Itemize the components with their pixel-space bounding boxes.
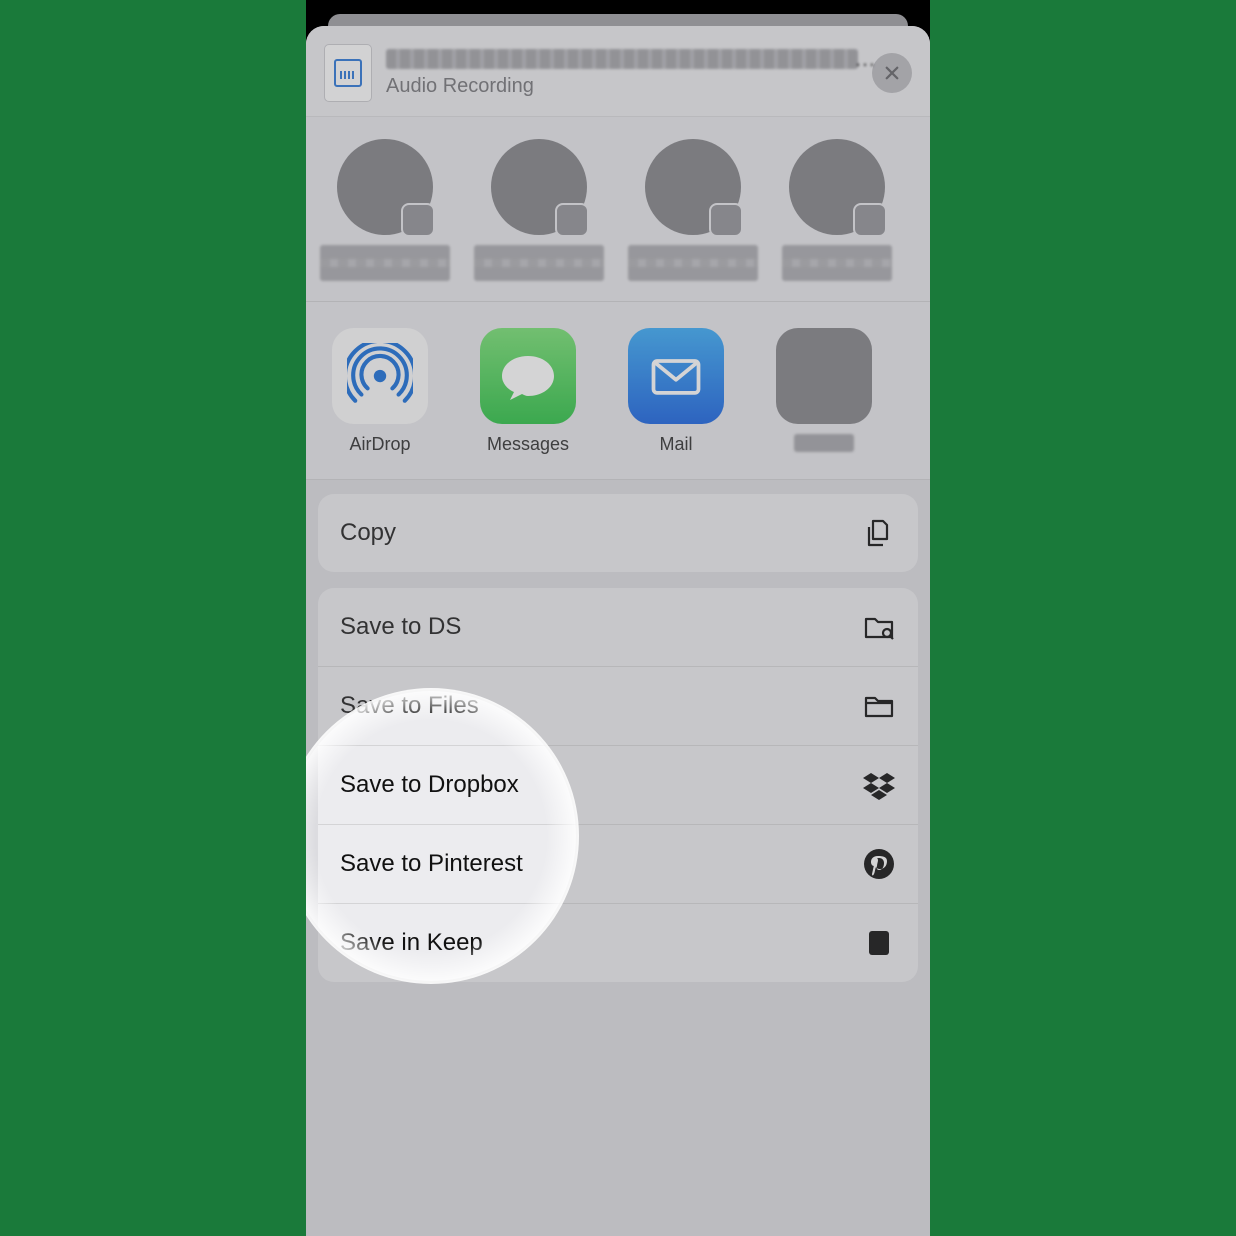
file-thumbnail [324, 44, 372, 102]
app-label: AirDrop [349, 434, 410, 455]
share-actions: Copy Save to DS Save to Files [306, 480, 930, 1236]
action-label: Copy [340, 519, 396, 547]
messages-icon [480, 328, 576, 424]
action-label: Save in Keep [340, 929, 483, 957]
sheet-stack-hint [306, 14, 930, 26]
action-group-primary: Copy [318, 494, 918, 572]
keep-icon [862, 926, 896, 960]
action-label: Save to Pinterest [340, 850, 523, 878]
person-label-redacted [782, 245, 892, 281]
close-icon [883, 64, 901, 82]
status-bar [306, 0, 930, 14]
share-people-row[interactable] [306, 117, 930, 302]
mail-icon [628, 328, 724, 424]
share-sheet: Audio Recording [306, 26, 930, 1236]
action-save-to-pinterest[interactable]: Save to Pinterest [318, 825, 918, 904]
avatar-icon [645, 139, 741, 235]
action-save-to-files[interactable]: Save to Files [318, 667, 918, 746]
app-icon-redacted [776, 328, 872, 424]
share-app-mail[interactable]: Mail [622, 328, 730, 455]
action-save-in-keep[interactable]: Save in Keep [318, 904, 918, 982]
share-person[interactable] [782, 139, 892, 281]
share-app-messages[interactable]: Messages [474, 328, 582, 455]
app-label: Mail [659, 434, 692, 455]
share-person[interactable] [628, 139, 758, 281]
app-label: Messages [487, 434, 569, 455]
folder-search-icon [862, 610, 896, 644]
action-copy[interactable]: Copy [318, 494, 918, 572]
phone-frame: Audio Recording [306, 0, 930, 1236]
app-label-redacted [794, 434, 854, 452]
share-app-airdrop[interactable]: AirDrop [326, 328, 434, 455]
file-subtitle: Audio Recording [386, 75, 858, 98]
action-label: Save to Files [340, 692, 479, 720]
action-label: Save to Dropbox [340, 771, 519, 799]
close-button[interactable] [872, 53, 912, 93]
header-text: Audio Recording [386, 49, 858, 98]
airdrop-icon [332, 328, 428, 424]
share-app-redacted[interactable] [770, 328, 878, 455]
share-person[interactable] [474, 139, 604, 281]
action-group-secondary: Save to DS Save to Files Save to Dropbox [318, 588, 918, 982]
share-app-row[interactable]: AirDrop Messages Mail [306, 302, 930, 480]
avatar-icon [337, 139, 433, 235]
dropbox-icon [862, 768, 896, 802]
folder-icon [862, 689, 896, 723]
person-label-redacted [320, 245, 450, 281]
share-sheet-header: Audio Recording [306, 26, 930, 117]
copy-icon [862, 516, 896, 550]
audio-file-icon [334, 59, 362, 87]
share-person[interactable] [320, 139, 450, 281]
person-label-redacted [474, 245, 604, 281]
avatar-icon [789, 139, 885, 235]
pinterest-icon [862, 847, 896, 881]
avatar-icon [491, 139, 587, 235]
action-save-to-dropbox[interactable]: Save to Dropbox [318, 746, 918, 825]
person-label-redacted [628, 245, 758, 281]
action-save-to-ds[interactable]: Save to DS [318, 588, 918, 667]
file-title-redacted [386, 49, 858, 69]
action-label: Save to DS [340, 613, 461, 641]
